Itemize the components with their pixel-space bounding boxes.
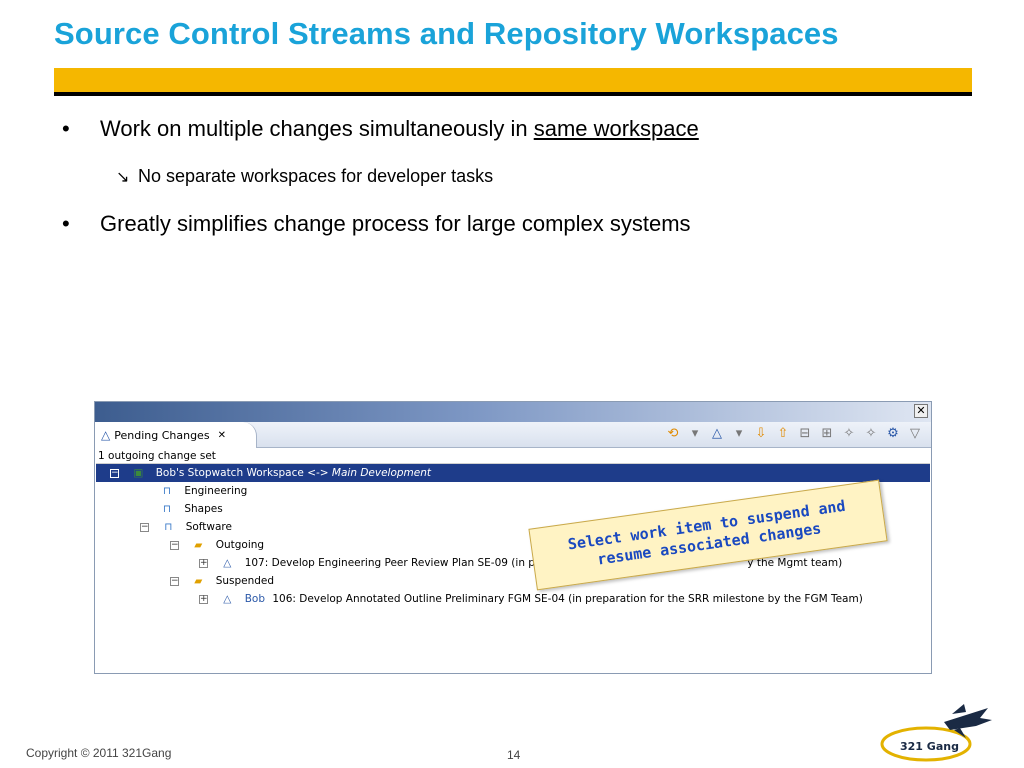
pin-icon[interactable]: ✧ (863, 426, 879, 441)
copyright-text: Copyright © 2011 321Gang (26, 746, 172, 760)
tree-row-workspace[interactable]: − ▣ Bob's Stopwatch Workspace <-> Main D… (96, 464, 930, 482)
author-label: Bob (244, 593, 265, 605)
window-close-button[interactable]: ✕ (914, 404, 928, 418)
sub-arrow-icon: ↘ (116, 169, 130, 186)
accept-down-icon[interactable]: ⇩ (753, 426, 769, 441)
pending-changes-icon: △ (101, 428, 111, 442)
bullet-dot: • (62, 211, 70, 236)
component-icon: ⊓ (164, 521, 173, 533)
tree-row-suspended[interactable]: − ▰ Suspended (96, 572, 930, 590)
logo-text: 321 Gang (900, 740, 959, 753)
change-set-icon: △ (223, 593, 232, 605)
logo-rocket-icon (880, 704, 992, 762)
tab-label: Pending Changes (114, 428, 210, 442)
refresh-icon[interactable]: ⟲ (665, 426, 681, 441)
outgoing-folder-icon: ▰ (194, 539, 203, 551)
deliver-up-icon[interactable]: ⇧ (775, 426, 791, 441)
change-set-icon[interactable]: △ (709, 426, 725, 441)
tree-row-change-set-106[interactable]: + △ Bob 106: Develop Annotated Outline P… (96, 590, 930, 608)
view-menu-icon[interactable]: ▽ (907, 426, 923, 441)
bullet-1: • Work on multiple changes simultaneousl… (62, 116, 699, 142)
title-accent-bar (54, 68, 972, 96)
component-icon: ⊓ (162, 485, 172, 497)
sub-bullet-text: No separate workspaces for developer tas… (138, 166, 494, 186)
disabled-tool-icon[interactable]: ✧ (841, 426, 857, 441)
view-tab-bar: △ Pending Changes ✕ ⟲ ▾ △ ▾ ⇩ ⇧ ⊟ ⊞ ✧ ✧ … (95, 422, 931, 448)
workspace-icon: ▣ (133, 467, 144, 479)
expand-all-icon[interactable]: ⊞ (819, 426, 835, 441)
change-set-icon: △ (223, 557, 232, 569)
expand-icon[interactable]: + (199, 594, 208, 604)
bullet-2-text: Greatly simplifies change process for la… (100, 211, 691, 236)
dropdown-arrow-icon[interactable]: ▾ (687, 426, 703, 441)
collapse-icon[interactable]: − (140, 522, 149, 532)
page-number: 14 (507, 748, 521, 762)
collapse-icon[interactable]: − (170, 576, 179, 586)
collapse-icon[interactable]: − (110, 468, 119, 478)
tree-row-change-set-107[interactable]: + △ 107: Develop Engineering Peer Review… (96, 554, 930, 572)
expand-icon[interactable]: + (199, 558, 208, 568)
tab-pending-changes[interactable]: △ Pending Changes ✕ (95, 422, 257, 448)
suspended-folder-icon: ▰ (194, 575, 203, 587)
window-title-bar: ✕ (95, 402, 931, 422)
bullet-1-text: Work on multiple changes simultaneously … (100, 116, 699, 141)
bullet-2: • Greatly simplifies change process for … (62, 211, 691, 237)
bullet-dot: • (62, 116, 70, 141)
slide-title: Source Control Streams and Repository Wo… (54, 16, 839, 51)
collapse-icon[interactable]: − (170, 540, 179, 550)
collapse-all-icon[interactable]: ⊟ (797, 426, 813, 441)
workspace-tool-icon[interactable]: ⚙ (885, 426, 901, 441)
sub-bullet: ↘ No separate workspaces for developer ta… (116, 166, 493, 187)
view-toolbar: ⟲ ▾ △ ▾ ⇩ ⇧ ⊟ ⊞ ✧ ✧ ⚙ ▽ (665, 426, 923, 441)
status-text: 1 outgoing change set (96, 448, 930, 464)
component-icon: ⊓ (162, 503, 172, 515)
dropdown-arrow-icon[interactable]: ▾ (731, 426, 747, 441)
same-workspace-link: same workspace (533, 116, 699, 141)
tab-close-icon[interactable]: ✕ (218, 430, 226, 441)
